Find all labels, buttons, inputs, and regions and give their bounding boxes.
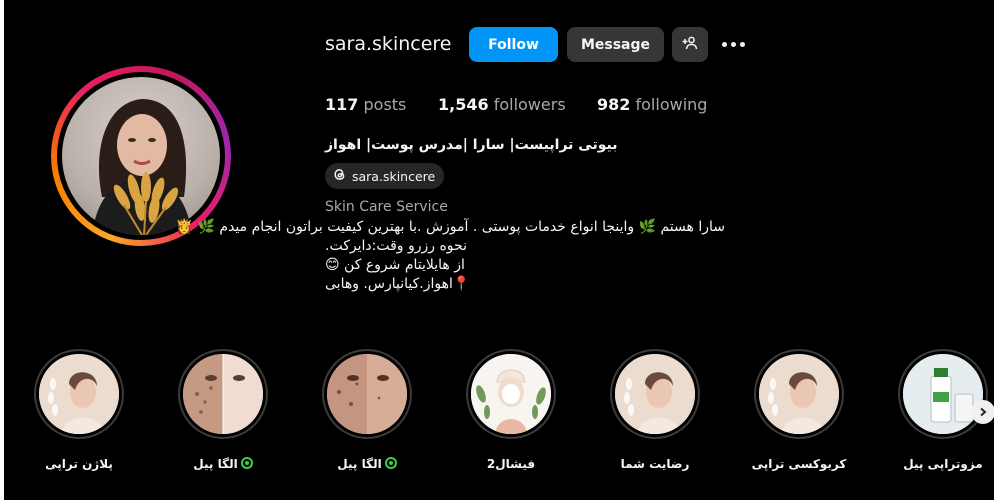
follow-button[interactable]: Follow [469,27,558,62]
followers-stat[interactable]: 1,546 followers [438,95,566,114]
profile-full-name: بیوتی تراپیست| سارا |مدرس پوست| اهواز [325,137,618,153]
profile-page: sara.skincere Follow Message 117 posts 1… [0,0,1000,500]
highlight-label: رضایت شما [620,457,690,471]
posts-label: posts [363,95,407,114]
watermark-logo: کافه کارا [918,425,1000,496]
highlight-cover [471,354,551,434]
green-cycle-icon [240,457,253,472]
highlight-label: الگا پیل [173,457,273,472]
highlight-cover [327,354,407,434]
followers-count: 1,546 [438,95,489,114]
highlight-cover [759,354,839,434]
threads-handle: sara.skincere [352,168,436,184]
highlight-cover [615,354,695,434]
highlight-label: الگا پیل [317,457,417,472]
profile-category: Skin Care Service [325,199,448,215]
profile-bio: سارا هستم 🌿 واینجا انواع خدمات پوستی . آ… [175,218,725,294]
highlight-label: کربوکسی تراپی [751,457,847,471]
highlight-label: فیشال2 [486,457,536,471]
chevron-right-icon[interactable] [971,400,995,424]
posts-stat: 117 posts [325,95,406,114]
bio-line: سارا هستم 🌿 واینجا انواع خدمات پوستی . آ… [175,219,725,235]
svg-text:کارا: کارا [990,463,992,495]
person-plus-icon [682,35,698,55]
highlight-label: پلاژن تراپی [45,457,113,471]
suggest-user-button[interactable] [672,27,708,62]
highlight-cover [39,354,119,434]
bio-line: 📍اهواز.کیانپارس. وهابی [325,276,471,292]
green-cycle-icon [384,457,397,472]
message-button[interactable]: Message [567,27,664,62]
following-count: 982 [597,95,631,114]
posts-count: 117 [325,95,359,114]
highlight-cover [903,354,983,434]
threads-badge[interactable]: sara.skincere [325,163,445,189]
followers-label: followers [493,95,566,114]
threads-icon [333,168,346,184]
bio-line: نحوه رزرو وقت:دایرکت. [325,238,467,254]
profile-username: sara.skincere [325,33,452,55]
highlight-cover [183,354,263,434]
more-dots-icon[interactable] [722,38,748,50]
svg-text:کافه: کافه [990,429,992,462]
following-stat[interactable]: 982 following [597,95,707,114]
following-label: following [635,95,708,114]
bio-line: از هایلایتام شروع کن 😊 [325,257,465,273]
avatar-photo [62,77,220,235]
